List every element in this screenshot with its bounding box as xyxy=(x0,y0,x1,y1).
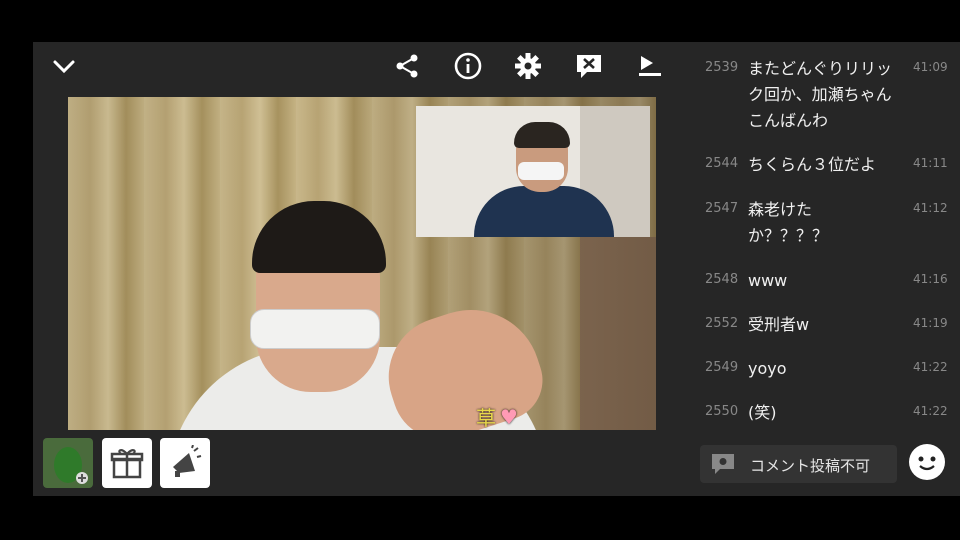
emoji-face-icon[interactable] xyxy=(909,444,945,480)
gear-icon[interactable] xyxy=(514,52,542,80)
comment-time: 41:09 xyxy=(913,60,948,74)
comment-input-disabled[interactable]: コメント投稿不可 xyxy=(700,445,897,483)
comment-text: またどんぐりリリック回か、加瀬ちゃんこんばんわ xyxy=(748,59,893,130)
close-comment-icon[interactable] xyxy=(575,52,603,80)
comment-number: 2544 xyxy=(705,156,739,171)
megaphone-icon[interactable] xyxy=(160,438,210,488)
comment-text: 受刑者w xyxy=(748,315,810,334)
comment-time: 41:11 xyxy=(913,156,948,170)
comment-text: ちくらん３位だよ xyxy=(748,155,877,174)
heart-icon: ♥ xyxy=(500,404,518,429)
comment-time: 41:12 xyxy=(913,201,948,215)
upload-icon[interactable] xyxy=(636,52,664,80)
comment-time: 41:22 xyxy=(913,360,948,374)
comment-number: 2548 xyxy=(705,272,739,287)
comment-number: 2547 xyxy=(705,201,739,216)
comment-text: (笑) xyxy=(748,403,777,422)
reaction-overlay: 草 ♥ xyxy=(476,402,518,431)
comment-time: 41:22 xyxy=(913,404,948,418)
comment-number: 2549 xyxy=(705,360,739,375)
gift-icon[interactable] xyxy=(102,438,152,488)
share-icon[interactable] xyxy=(393,52,421,80)
avatar-add-icon[interactable] xyxy=(43,438,93,488)
picture-in-picture-video[interactable] xyxy=(416,106,650,237)
comment-text: yoyo xyxy=(748,359,787,378)
comment-number: 2552 xyxy=(705,316,739,331)
reaction-text: 草 xyxy=(476,406,496,430)
comment-time: 41:16 xyxy=(913,272,948,286)
video-stream[interactable]: 草 ♥ xyxy=(68,97,656,430)
comment-number: 2550 xyxy=(705,404,739,419)
comment-number: 2539 xyxy=(705,60,739,75)
streamer-mask xyxy=(250,309,380,349)
settings-comment-icon xyxy=(710,452,736,480)
chevron-down-icon[interactable] xyxy=(50,52,78,80)
comment-input-label: コメント投稿不可 xyxy=(750,457,871,475)
comment-text: 森老けたか？？？？ xyxy=(748,200,829,245)
info-icon[interactable] xyxy=(454,52,482,80)
comment-time: 41:19 xyxy=(913,316,948,330)
comment-text: www xyxy=(748,271,788,290)
